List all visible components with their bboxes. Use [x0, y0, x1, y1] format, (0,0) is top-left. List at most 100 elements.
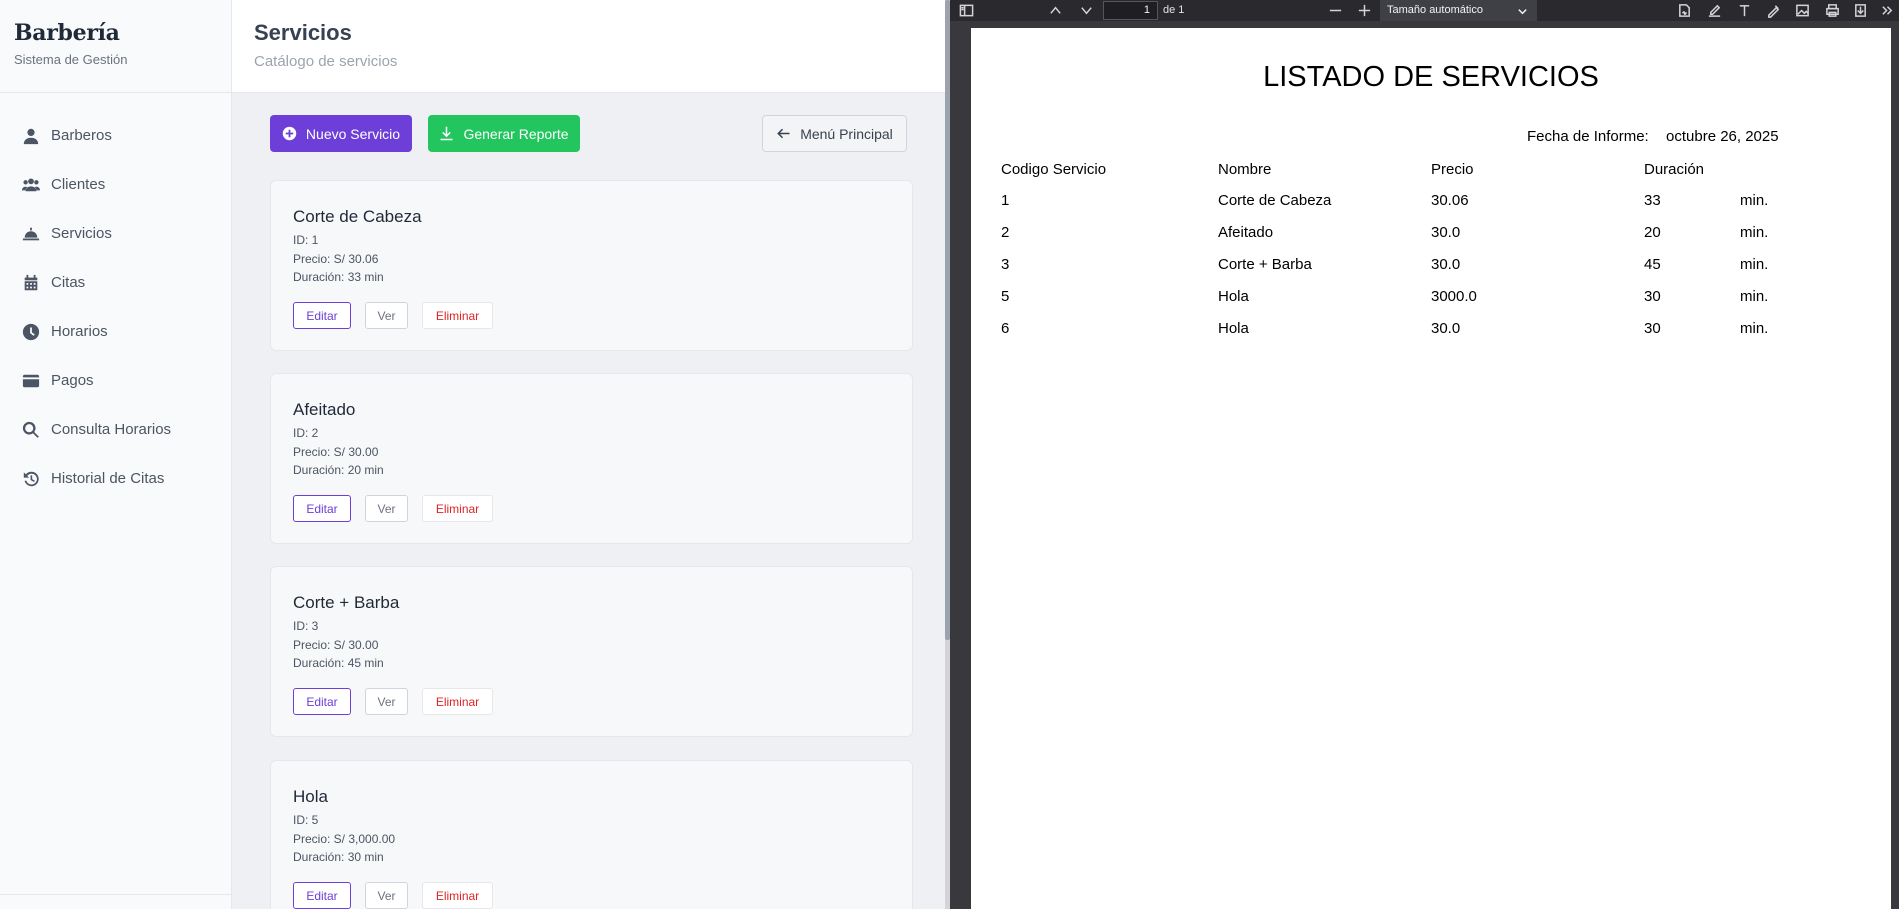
sidebar-item-label: Citas — [51, 274, 86, 291]
edit-button[interactable]: Editar — [293, 495, 351, 522]
report-cell-code: 2 — [1001, 224, 1010, 241]
main-menu-label: Menú Principal — [800, 125, 893, 142]
report-column-header: Precio — [1431, 161, 1474, 178]
download-icon — [440, 126, 453, 141]
next-page-icon[interactable] — [1079, 3, 1094, 18]
page-number-input[interactable]: 1 — [1103, 1, 1158, 20]
report-cell-code: 6 — [1001, 320, 1010, 337]
report-cell-price: 30.0 — [1431, 320, 1461, 337]
service-price: Precio: S/ 30.06 — [293, 251, 379, 266]
highlight-icon[interactable] — [1707, 3, 1722, 18]
save-icon[interactable] — [1853, 3, 1868, 18]
brand-subtitle: Sistema de Gestión — [14, 52, 128, 67]
sidebar-nav: Barberos Clientes Servicios Citas Horari… — [0, 93, 231, 503]
report-cell-duration: 33 — [1644, 192, 1661, 209]
more-tools-icon[interactable] — [1880, 3, 1895, 18]
delete-button[interactable]: Eliminar — [422, 302, 493, 329]
report-date-label: Fecha de Informe: — [1527, 128, 1649, 145]
zoom-select-value: Tamaño automático — [1387, 4, 1483, 16]
sidebar-item-label: Servicios — [51, 225, 112, 242]
sidebar: Barbería Sistema de Gestión Barberos Cli… — [0, 0, 232, 909]
service-name: Corte de Cabeza — [293, 207, 422, 226]
service-bell-icon — [22, 227, 40, 240]
report-cell-duration: 45 — [1644, 256, 1661, 273]
report-cell-name: Corte + Barba — [1218, 256, 1312, 273]
calendar-icon — [24, 274, 38, 290]
edit-button[interactable]: Editar — [293, 882, 351, 909]
draw-icon[interactable] — [1766, 3, 1781, 18]
sidebar-item-label: Horarios — [51, 323, 108, 340]
service-name: Afeitado — [293, 400, 356, 419]
plus-circle-icon — [282, 126, 297, 141]
service-id: ID: 1 — [293, 233, 319, 247]
view-button[interactable]: Ver — [365, 688, 408, 715]
view-button[interactable]: Ver — [365, 882, 408, 909]
previous-page-icon[interactable] — [1048, 3, 1063, 18]
new-service-button[interactable]: Nuevo Servicio — [270, 115, 412, 152]
zoom-in-icon[interactable] — [1357, 3, 1372, 18]
sidebar-item-barberos[interactable]: Barberos — [0, 111, 231, 160]
delete-button[interactable]: Eliminar — [422, 495, 493, 522]
signature-icon[interactable] — [1677, 3, 1692, 18]
new-service-label: Nuevo Servicio — [305, 125, 401, 142]
card-actions: Editar Ver Eliminar — [293, 688, 507, 715]
service-id: ID: 2 — [293, 426, 319, 440]
view-button[interactable]: Ver — [365, 495, 408, 522]
history-icon — [23, 471, 39, 486]
report-cell-unit: min. — [1740, 288, 1769, 305]
service-duration: Duración: 33 min — [293, 270, 384, 284]
sidebar-toggle-icon[interactable] — [959, 3, 974, 18]
main-menu-button[interactable]: Menú Principal — [762, 115, 907, 152]
report-cell-code: 5 — [1001, 288, 1010, 305]
image-icon[interactable] — [1795, 3, 1810, 18]
report-column-header: Codigo Servicio — [1001, 161, 1107, 178]
report-cell-code: 1 — [1001, 192, 1010, 209]
sidebar-item-citas[interactable]: Citas — [0, 258, 231, 307]
service-id: ID: 5 — [293, 813, 319, 827]
generate-report-button[interactable]: Generar Reporte — [428, 115, 580, 152]
pdf-toolbar: 1 de 1 Tamaño automático — [950, 0, 1899, 21]
service-card: Corte de Cabeza ID: 1 Precio: S/ 30.06 D… — [270, 180, 913, 351]
view-button[interactable]: Ver — [365, 302, 408, 329]
report-cell-price: 30.06 — [1431, 192, 1469, 209]
page-count: de 1 — [1163, 4, 1185, 16]
service-card: Afeitado ID: 2 Precio: S/ 30.00 Duración… — [270, 373, 913, 544]
sidebar-item-pagos[interactable]: Pagos — [0, 356, 231, 405]
sidebar-footer-divider — [0, 894, 231, 895]
sidebar-item-horarios[interactable]: Horarios — [0, 307, 231, 356]
user-icon — [23, 128, 39, 144]
service-duration: Duración: 45 min — [293, 656, 384, 670]
print-icon[interactable] — [1825, 3, 1840, 18]
sidebar-item-servicios[interactable]: Servicios — [0, 209, 231, 258]
report-cell-unit: min. — [1740, 224, 1769, 241]
service-price: Precio: S/ 3,000.00 — [293, 831, 396, 846]
service-id: ID: 3 — [293, 619, 319, 633]
edit-button[interactable]: Editar — [293, 688, 351, 715]
report-cell-price: 30.0 — [1431, 224, 1461, 241]
zoom-out-icon[interactable] — [1328, 3, 1343, 18]
report-cell-name: Corte de Cabeza — [1218, 192, 1332, 209]
card-actions: Editar Ver Eliminar — [293, 302, 507, 329]
text-tool-icon[interactable] — [1737, 3, 1752, 18]
generate-report-label: Generar Reporte — [463, 125, 569, 142]
report-cell-unit: min. — [1740, 192, 1769, 209]
users-icon — [22, 178, 40, 191]
sidebar-item-historial-citas[interactable]: Historial de Citas — [0, 454, 231, 503]
report-cell-duration: 30 — [1644, 288, 1661, 305]
zoom-select[interactable]: Tamaño automático — [1380, 0, 1537, 21]
card-actions: Editar Ver Eliminar — [293, 882, 507, 909]
sidebar-item-consulta-horarios[interactable]: Consulta Horarios — [0, 405, 231, 454]
delete-button[interactable]: Eliminar — [422, 882, 493, 909]
sidebar-item-label: Barberos — [51, 127, 112, 144]
service-name: Hola — [293, 787, 328, 806]
edit-button[interactable]: Editar — [293, 302, 351, 329]
brand: Barbería Sistema de Gestión — [0, 0, 231, 93]
sidebar-item-clientes[interactable]: Clientes — [0, 160, 231, 209]
delete-button[interactable]: Eliminar — [422, 688, 493, 715]
toolbar: Nuevo Servicio Generar Reporte Menú Prin… — [270, 115, 907, 152]
chevron-down-icon — [1517, 4, 1528, 15]
report-cell-price: 3000.0 — [1431, 288, 1477, 305]
report-title: LISTADO DE SERVICIOS — [1263, 61, 1599, 93]
service-name: Corte + Barba — [293, 593, 400, 612]
report-cell-duration: 20 — [1644, 224, 1661, 241]
